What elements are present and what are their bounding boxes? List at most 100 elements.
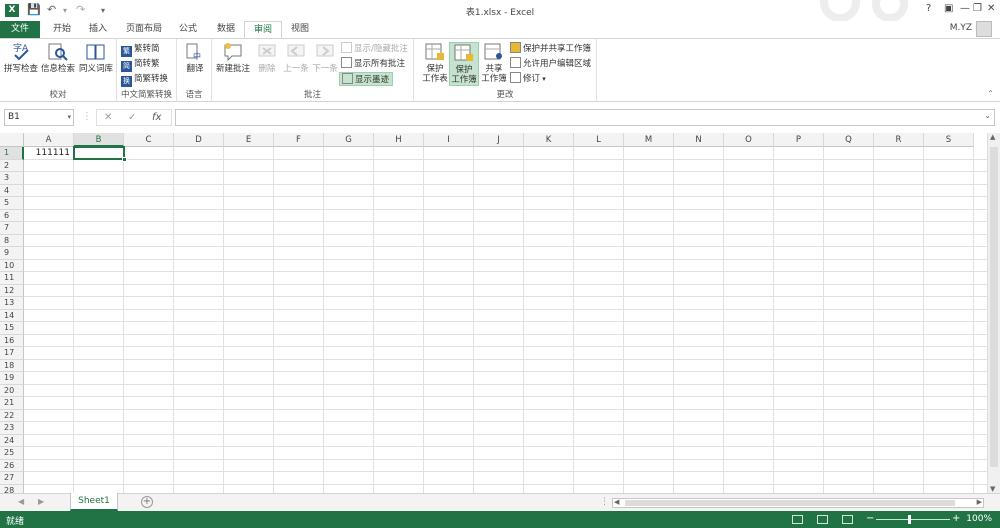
user-name[interactable]: M.YZ — [950, 23, 972, 33]
tab-data[interactable]: 数据 — [208, 21, 244, 38]
delete-comment-button[interactable]: 删除 — [254, 42, 280, 74]
column-header-i[interactable]: I — [424, 133, 474, 147]
thesaurus-button[interactable]: 同义词库 — [78, 42, 114, 74]
close-icon[interactable]: ✕ — [987, 3, 995, 14]
row-header-13[interactable]: 13 — [0, 297, 24, 310]
column-header-q[interactable]: Q — [824, 133, 874, 147]
row-header-11[interactable]: 11 — [0, 272, 24, 285]
column-header-e[interactable]: E — [224, 133, 274, 147]
column-header-s[interactable]: S — [924, 133, 974, 147]
row-header-18[interactable]: 18 — [0, 359, 24, 372]
row-header-6[interactable]: 6 — [0, 209, 24, 222]
tab-home[interactable]: 开始 — [44, 21, 80, 38]
fill-handle[interactable] — [122, 157, 127, 162]
collapse-ribbon-icon[interactable]: ⌃ — [987, 89, 994, 98]
insert-function-icon[interactable]: fx — [152, 112, 161, 123]
previous-comment-button[interactable]: 上一条 — [282, 42, 310, 74]
select-all-button[interactable] — [0, 133, 24, 147]
column-header-o[interactable]: O — [724, 133, 774, 147]
column-header-p[interactable]: P — [774, 133, 824, 147]
next-comment-button[interactable]: 下一条 — [311, 42, 339, 74]
column-header-f[interactable]: F — [274, 133, 324, 147]
protect-and-share-button[interactable]: 保护并共享工作簿 — [510, 42, 591, 56]
row-header-26[interactable]: 26 — [0, 459, 24, 472]
add-sheet-icon[interactable]: + — [141, 496, 153, 508]
row-header-24[interactable]: 24 — [0, 434, 24, 447]
row-header-15[interactable]: 15 — [0, 322, 24, 335]
traditional-to-simplified-button[interactable]: 繁繁转简 — [121, 42, 160, 57]
restore-icon[interactable]: ❐ — [973, 3, 982, 14]
row-header-5[interactable]: 5 — [0, 197, 24, 210]
tab-view[interactable]: 视图 — [282, 21, 318, 38]
scroll-up-icon[interactable]: ▲ — [990, 133, 995, 141]
column-header-c[interactable]: C — [124, 133, 174, 147]
column-header-m[interactable]: M — [624, 133, 674, 147]
previous-sheet-icon[interactable]: ◀ — [18, 497, 24, 506]
protect-sheet-button[interactable]: 保护 工作表 — [420, 42, 450, 84]
row-header-16[interactable]: 16 — [0, 334, 24, 347]
row-header-3[interactable]: 3 — [0, 172, 24, 185]
page-layout-view-icon[interactable] — [817, 515, 828, 524]
simplified-to-traditional-button[interactable]: 简简转繁 — [121, 57, 160, 72]
share-workbook-button[interactable]: 共享 工作簿 — [479, 42, 509, 84]
new-comment-button[interactable]: 新建批注 — [215, 42, 251, 74]
column-header-l[interactable]: L — [574, 133, 624, 147]
zoom-level[interactable]: 100% — [966, 514, 992, 524]
scroll-left-icon[interactable]: ◀ — [614, 498, 619, 506]
normal-view-icon[interactable] — [792, 515, 803, 524]
horizontal-scrollbar[interactable]: ◀ ▶ — [612, 498, 984, 508]
tab-formulas[interactable]: 公式 — [170, 21, 206, 38]
worksheet-grid[interactable]: ABCDEFGHIJKLMNOPQRS 1 2 3 4 5 6 7 8 9 10 11 12 13 14 1… — [0, 133, 997, 493]
row-header-4[interactable]: 4 — [0, 184, 24, 197]
row-header-25[interactable]: 25 — [0, 447, 24, 460]
row-header-19[interactable]: 19 — [0, 372, 24, 385]
track-changes-button[interactable]: 修订 ▾ — [510, 72, 546, 86]
show-hide-comment-button[interactable]: 显示/隐藏批注 — [341, 42, 408, 56]
tab-file[interactable]: 文件 — [0, 21, 40, 38]
scroll-down-icon[interactable]: ▼ — [990, 485, 995, 493]
sheet-tab-sheet1[interactable]: Sheet1 — [70, 493, 118, 511]
research-button[interactable]: 信息检索 — [40, 42, 76, 74]
tab-insert[interactable]: 插入 — [80, 21, 116, 38]
expand-formula-icon[interactable]: ⌄ — [984, 111, 991, 120]
next-sheet-icon[interactable]: ▶ — [38, 497, 44, 506]
row-header-12[interactable]: 12 — [0, 284, 24, 297]
vertical-scroll-thumb[interactable] — [990, 147, 998, 467]
row-header-2[interactable]: 2 — [0, 159, 24, 172]
ribbon-display-icon[interactable]: ▣ — [944, 3, 953, 14]
column-header-g[interactable]: G — [324, 133, 374, 147]
tab-split-icon[interactable]: ⋮ — [600, 497, 609, 507]
row-header-21[interactable]: 21 — [0, 397, 24, 410]
enter-icon[interactable]: ✓ — [128, 112, 136, 123]
show-ink-button[interactable]: 显示墨迹 — [339, 72, 394, 86]
formula-input[interactable]: ⌄ — [175, 109, 995, 126]
column-header-d[interactable]: D — [174, 133, 224, 147]
row-header-10[interactable]: 10 — [0, 259, 24, 272]
tab-page-layout[interactable]: 页面布局 — [118, 21, 170, 38]
row-header-23[interactable]: 23 — [0, 422, 24, 435]
column-header-k[interactable]: K — [524, 133, 574, 147]
row-header-28[interactable]: 28 — [0, 484, 24, 493]
row-header-7[interactable]: 7 — [0, 222, 24, 235]
vertical-scrollbar[interactable]: ▲ ▼ — [987, 133, 1000, 493]
page-break-view-icon[interactable] — [842, 515, 853, 524]
scroll-right-icon[interactable]: ▶ — [977, 498, 982, 506]
name-box[interactable]: B1 ▾ — [4, 109, 74, 126]
cell-a1[interactable]: 111111 — [24, 147, 73, 159]
name-box-dropdown-icon[interactable]: ▾ — [67, 110, 71, 125]
cancel-icon[interactable]: ✕ — [104, 112, 112, 123]
horizontal-scroll-thumb[interactable] — [625, 500, 955, 506]
row-header-17[interactable]: 17 — [0, 347, 24, 360]
row-header-8[interactable]: 8 — [0, 234, 24, 247]
translate-button[interactable]: 中 翻译 — [180, 42, 210, 74]
zoom-out-icon[interactable]: − — [866, 513, 874, 524]
column-header-j[interactable]: J — [474, 133, 524, 147]
row-header-1[interactable]: 1 — [0, 147, 24, 160]
column-header-n[interactable]: N — [674, 133, 724, 147]
column-header-a[interactable]: A — [24, 133, 74, 147]
zoom-in-icon[interactable]: + — [952, 513, 960, 524]
avatar[interactable] — [976, 21, 992, 37]
minimize-icon[interactable]: — — [960, 3, 970, 14]
zoom-slider-handle[interactable] — [908, 515, 911, 524]
row-header-22[interactable]: 22 — [0, 409, 24, 422]
